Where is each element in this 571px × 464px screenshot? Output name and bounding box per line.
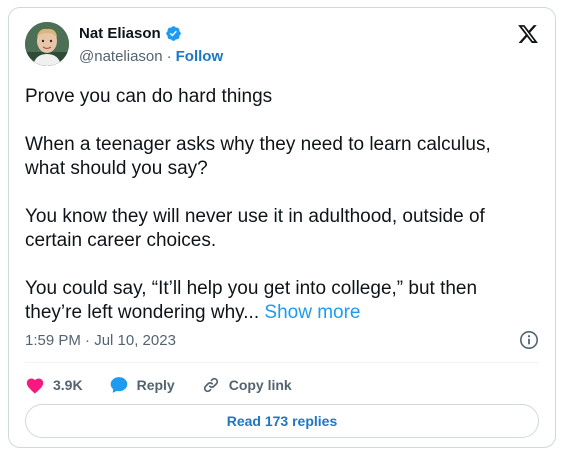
tweet-paragraph-text: You could say, “It’ll help you get into … [25, 278, 478, 323]
x-logo-icon[interactable] [517, 23, 539, 45]
avatar-image [25, 22, 69, 66]
tweet-text: Prove you can do hard things When a teen… [25, 85, 535, 325]
like-button[interactable]: 3.9K [25, 376, 83, 394]
tweet-paragraph: When a teenager asks why they need to le… [25, 134, 491, 179]
author-name-row: Nat Eliason [79, 24, 182, 43]
tweet-paragraph: Prove you can do hard things [25, 86, 273, 107]
author-handle-row: @nateliason · Follow [79, 47, 223, 66]
action-bar: 3.9K Reply Copy link [25, 371, 318, 399]
tweet-paragraph: You know they will never use it in adult… [25, 206, 485, 251]
author-handle[interactable]: @nateliason [79, 47, 163, 66]
tweet-card: Nat Eliason @nateliason · Follow Prove y… [8, 7, 556, 448]
info-icon[interactable] [519, 330, 539, 350]
heart-icon [25, 376, 45, 394]
copy-link-label: Copy link [228, 377, 292, 393]
author-display-name[interactable]: Nat Eliason [79, 24, 161, 43]
link-icon [201, 375, 221, 395]
follow-button[interactable]: Follow [176, 47, 224, 66]
tweet-timestamp[interactable]: 1:59 PM · Jul 10, 2023 [25, 331, 176, 350]
tweet-paragraph-last: You could say, “It’ll help you get into … [25, 277, 535, 325]
divider [25, 362, 539, 363]
show-more-link[interactable]: Show more [264, 302, 360, 323]
copy-link-button[interactable]: Copy link [201, 375, 292, 395]
speech-bubble-icon [109, 375, 129, 395]
avatar[interactable] [25, 22, 69, 66]
reply-label: Reply [136, 377, 175, 393]
verified-badge-icon [165, 25, 182, 42]
read-replies-button[interactable]: Read 173 replies [25, 404, 539, 438]
reply-button[interactable]: Reply [109, 375, 175, 395]
like-count: 3.9K [53, 377, 83, 393]
separator-dot: · [166, 48, 172, 65]
